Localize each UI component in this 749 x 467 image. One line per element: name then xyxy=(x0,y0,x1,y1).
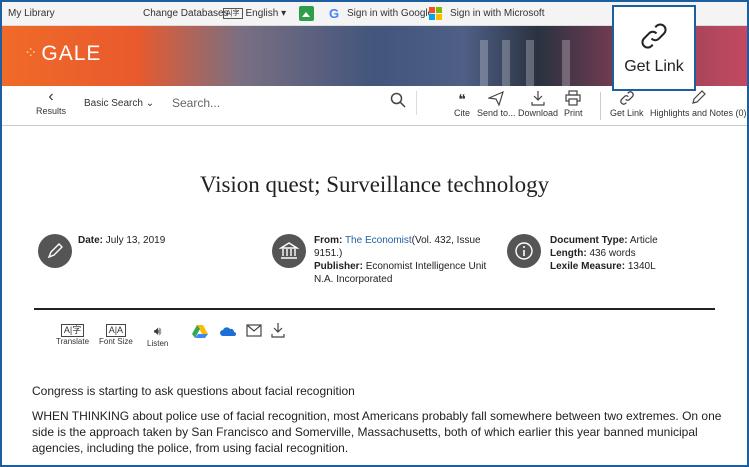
mail-icon xyxy=(246,324,262,337)
pen-nib-icon xyxy=(47,243,63,259)
translate-icon: A|字 xyxy=(223,8,243,19)
speaker-icon: 🔊︎ xyxy=(153,324,162,338)
chevron-down-icon: ⌄ xyxy=(145,98,155,109)
download-article-button[interactable] xyxy=(270,322,286,340)
onedrive-icon xyxy=(220,327,236,336)
back-label: Results xyxy=(35,106,66,116)
article-subtitle: Congress is starting to ask questions ab… xyxy=(32,384,355,398)
info-badge xyxy=(507,234,541,268)
pen-icon xyxy=(650,90,747,108)
sign-in-google-link[interactable]: Sign in with Google xyxy=(347,8,433,19)
toolbar-divider xyxy=(600,92,601,120)
get-link-callout-label: Get Link xyxy=(624,58,684,75)
quote-icon: ❝ xyxy=(458,91,466,107)
gale-logo[interactable]: ⁘ GALE xyxy=(24,42,101,66)
microsoft-icon xyxy=(429,7,442,20)
print-button[interactable]: Print xyxy=(564,90,583,118)
date-meta: Date: July 13, 2019 xyxy=(78,235,166,246)
document-info-meta: Document Type: Article Length: 436 words… xyxy=(550,235,658,272)
email-button[interactable] xyxy=(246,324,262,339)
date-badge xyxy=(38,234,72,268)
banner-decoration xyxy=(502,40,510,86)
link-icon xyxy=(610,90,644,108)
highlights-notes-button[interactable]: Highlights and Notes (0) xyxy=(650,90,747,118)
banner-decoration xyxy=(480,40,488,86)
language-selector[interactable]: A|字 English ▾ xyxy=(223,8,286,19)
listen-button[interactable]: 🔊︎ Listen xyxy=(147,324,168,348)
onedrive-button[interactable] xyxy=(220,326,236,338)
cite-button[interactable]: ❝ Cite xyxy=(454,90,470,118)
caret-down-icon: ▾ xyxy=(281,8,287,20)
screenshot-frame: My Library Change Databases A|字 English ▾… xyxy=(0,0,749,467)
google-classroom-icon[interactable] xyxy=(299,6,314,21)
source-badge xyxy=(272,234,306,268)
search-input[interactable] xyxy=(162,91,417,115)
translate-button[interactable]: A|字 Translate xyxy=(56,324,89,346)
printer-icon xyxy=(564,90,583,108)
info-icon xyxy=(515,242,533,260)
section-divider xyxy=(34,308,715,310)
google-icon: G xyxy=(329,6,340,21)
google-drive-button[interactable] xyxy=(192,324,208,340)
document-toolbar: ‹ Results Basic Search ⌄ ❝ Cite Send to.… xyxy=(2,86,747,126)
source-link[interactable]: The Economist xyxy=(345,235,412,246)
gale-logo-mark-icon: ⁘ xyxy=(24,45,39,62)
sign-in-microsoft-link[interactable]: Sign in with Microsoft xyxy=(450,8,544,19)
translate-icon: A|字 xyxy=(60,324,85,337)
search-type-dropdown[interactable]: Basic Search ⌄ xyxy=(84,98,154,109)
google-drive-icon xyxy=(192,325,208,338)
send-to-button[interactable]: Send to... xyxy=(477,90,516,118)
source-meta: From: The Economist(Vol. 432, Issue 9151… xyxy=(314,235,487,285)
my-library-link[interactable]: My Library xyxy=(8,8,55,19)
send-icon xyxy=(477,90,516,108)
article-title: Vision quest; Surveillance technology xyxy=(199,172,550,197)
download-icon xyxy=(271,323,285,338)
get-link-callout[interactable]: Get Link xyxy=(612,5,696,91)
change-databases-link[interactable]: Change Databases xyxy=(143,8,229,19)
banner-decoration xyxy=(562,40,570,86)
get-link-button[interactable]: Get Link xyxy=(610,90,644,118)
font-size-icon: A|A xyxy=(105,324,127,337)
banner-decoration xyxy=(526,40,534,86)
download-button[interactable]: Download xyxy=(518,90,558,118)
language-label: English xyxy=(245,8,279,20)
library-building-icon xyxy=(279,242,299,259)
article-body-paragraph: WHEN THINKING about police use of facial… xyxy=(32,409,722,455)
search-icon[interactable] xyxy=(390,92,406,113)
chevron-left-icon: ‹ xyxy=(48,88,54,105)
font-size-button[interactable]: A|A Font Size xyxy=(99,324,133,346)
back-to-results-button[interactable]: ‹ Results xyxy=(34,88,68,116)
download-icon xyxy=(518,90,558,108)
link-icon-large xyxy=(641,23,667,49)
